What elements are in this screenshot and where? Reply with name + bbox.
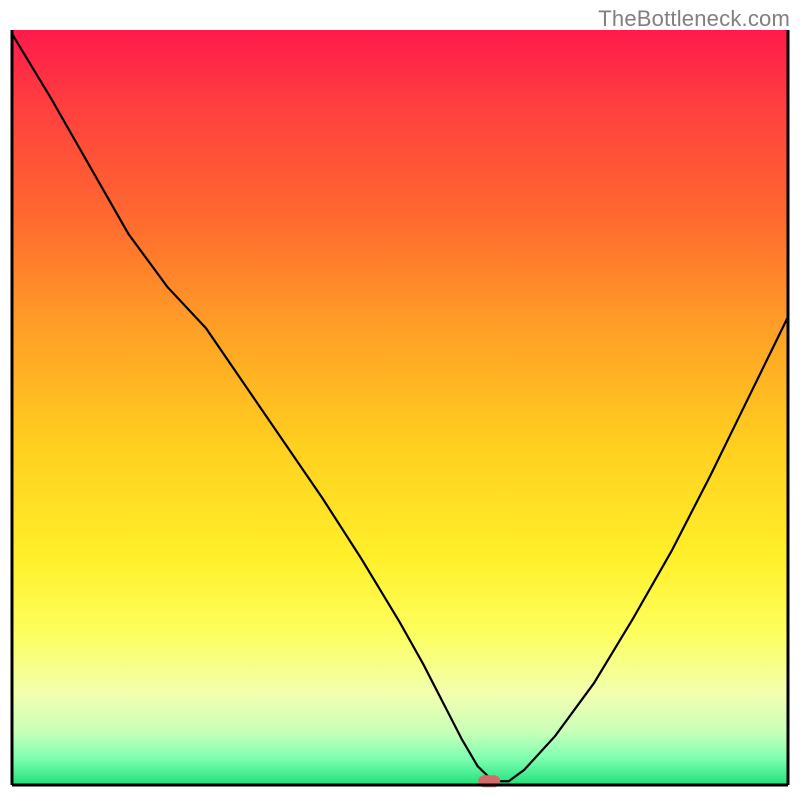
chart-container: TheBottleneck.com: [0, 0, 800, 800]
bottleneck-chart: [0, 0, 800, 800]
watermark: TheBottleneck.com: [598, 6, 790, 32]
plot-background: [12, 30, 788, 785]
